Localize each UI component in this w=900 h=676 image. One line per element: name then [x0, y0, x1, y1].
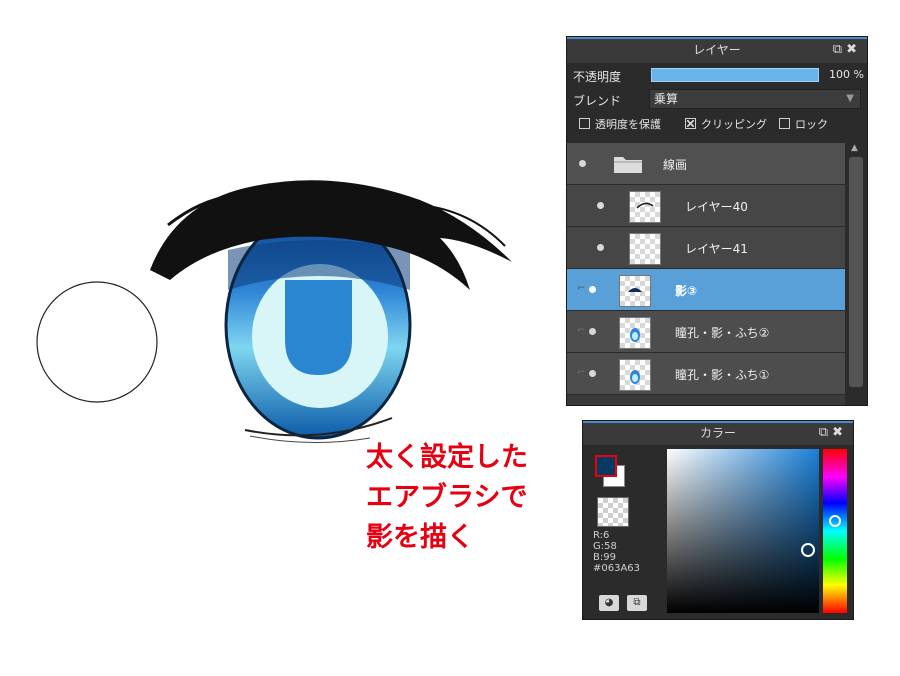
layer-panel-title: レイヤー — [693, 43, 741, 57]
layer-thumbnail — [619, 317, 651, 349]
lock-checkbox[interactable]: ロック — [779, 116, 828, 132]
layer-item[interactable]: ⌐ 瞳孔・影・ふち② — [567, 311, 845, 353]
checkbox-icon — [779, 118, 790, 129]
pupil — [285, 280, 352, 375]
layer-thumbnail — [629, 191, 661, 223]
opacity-label: 不透明度 — [573, 70, 622, 84]
protect-alpha-checkbox[interactable]: 透明度を保護 — [579, 116, 661, 132]
popout-icon[interactable]: ⧉ — [833, 42, 846, 57]
layer-item[interactable]: ⌐ 瞳孔・影・ふち① — [567, 353, 845, 395]
lock-label: ロック — [795, 118, 828, 131]
layer-name: 瞳孔・影・ふち② — [675, 326, 770, 340]
scrollbar-thumb[interactable] — [849, 157, 863, 387]
layer-name: 瞳孔・影・ふち① — [675, 368, 770, 382]
palette-icon: ◕ — [604, 597, 614, 608]
close-icon[interactable]: ✖ — [832, 425, 847, 440]
visibility-icon[interactable] — [589, 328, 596, 335]
blend-label: ブレンド — [573, 94, 622, 108]
green-value: G:58 — [593, 541, 617, 552]
blend-mode-select[interactable]: 乗算 ▼ — [649, 89, 861, 109]
visibility-icon[interactable] — [589, 286, 596, 293]
blue-value: B:99 — [593, 552, 616, 563]
visibility-icon[interactable] — [597, 202, 604, 209]
eye-thumb-icon — [630, 370, 640, 384]
canvas-illustration — [36, 180, 512, 444]
layer-options-row: 透明度を保護 クリッピング ロック — [567, 111, 867, 135]
chevron-down-icon: ▼ — [846, 93, 854, 104]
color-panel-titlebar: カラー ⧉✖ — [583, 421, 853, 445]
layer-list: 線画 レイヤー40 レイヤー41 ⌐ 影③ ⌐ 瞳孔・影・ふち② ⌐ 瞳孔・影・… — [567, 143, 845, 405]
color-swap-icon: ⧉ — [633, 597, 641, 608]
blend-mode-value: 乗算 — [654, 92, 679, 106]
transparent-color-swatch[interactable] — [597, 497, 629, 527]
caption-line: 太く設定した — [366, 442, 528, 473]
clipping-label: クリッピング — [701, 118, 767, 131]
opacity-value: 100 % — [829, 68, 864, 81]
close-icon[interactable]: ✖ — [846, 42, 861, 57]
layer-item-active[interactable]: ⌐ 影③ — [567, 269, 845, 311]
stroke-thumb-icon — [636, 202, 654, 209]
layer-thumbnail — [619, 275, 651, 307]
visibility-icon[interactable] — [579, 160, 586, 167]
layer-item[interactable]: レイヤー41 — [567, 227, 845, 269]
layer-name: レイヤー40 — [685, 200, 748, 214]
layer-list-scrollbar[interactable]: ▲ — [845, 143, 867, 405]
brush-cursor — [36, 281, 158, 403]
instruction-caption: 太く設定した エアブラシで 影を描く — [366, 438, 528, 558]
palette-button[interactable]: ◕ — [599, 595, 619, 611]
caption-line: エアブラシで — [366, 482, 528, 513]
layer-panel-titlebar: レイヤー ⧉✖ — [567, 37, 867, 63]
caption-line: 影を描く — [366, 522, 474, 553]
hue-cursor[interactable] — [829, 515, 841, 527]
color-panel: カラー ⧉✖ R:6 G:58 B:99 #063A63 ◕ ⧉ — [582, 420, 854, 620]
blend-row: ブレンド 乗算 ▼ — [567, 87, 867, 111]
saturation-value-picker[interactable] — [667, 449, 819, 613]
visibility-icon[interactable] — [597, 244, 604, 251]
opacity-row: 不透明度 100 % — [567, 63, 867, 87]
layer-thumbnail — [629, 233, 661, 265]
primary-color-swatch[interactable] — [595, 455, 617, 477]
layer-name: 線画 — [663, 158, 688, 172]
folder-icon — [614, 157, 642, 173]
layer-name: 影③ — [675, 284, 698, 298]
layer-name: レイヤー41 — [685, 242, 748, 256]
clipping-indicator-icon: ⌐ — [577, 283, 586, 294]
scroll-up-icon[interactable]: ▲ — [851, 143, 858, 153]
checkbox-checked-icon — [685, 118, 696, 129]
hex-value: #063A63 — [593, 563, 641, 574]
popout-icon[interactable]: ⧉ — [819, 425, 832, 440]
picker-cursor[interactable] — [801, 543, 815, 557]
clipping-indicator-icon: ⌐ — [577, 367, 586, 378]
checkbox-icon — [579, 118, 590, 129]
layer-item-folder[interactable]: 線画 — [567, 143, 845, 185]
eye-thumb-icon — [630, 328, 640, 342]
clipping-indicator-icon: ⌐ — [577, 325, 586, 336]
layer-item[interactable]: レイヤー40 — [567, 185, 845, 227]
visibility-icon[interactable] — [589, 370, 596, 377]
hue-slider[interactable] — [823, 449, 847, 613]
swap-color-button[interactable]: ⧉ — [627, 595, 647, 611]
color-panel-title: カラー — [699, 426, 736, 440]
clipping-checkbox[interactable]: クリッピング — [685, 116, 767, 132]
shadow-thumb-icon — [628, 288, 642, 292]
opacity-slider[interactable] — [651, 68, 819, 82]
layer-thumbnail — [619, 359, 651, 391]
layer-panel: レイヤー ⧉✖ 不透明度 100 % ブレンド 乗算 ▼ 透明度を保護 クリッピ… — [566, 36, 868, 406]
protect-alpha-label: 透明度を保護 — [595, 118, 661, 131]
red-value: R:6 — [593, 530, 610, 541]
